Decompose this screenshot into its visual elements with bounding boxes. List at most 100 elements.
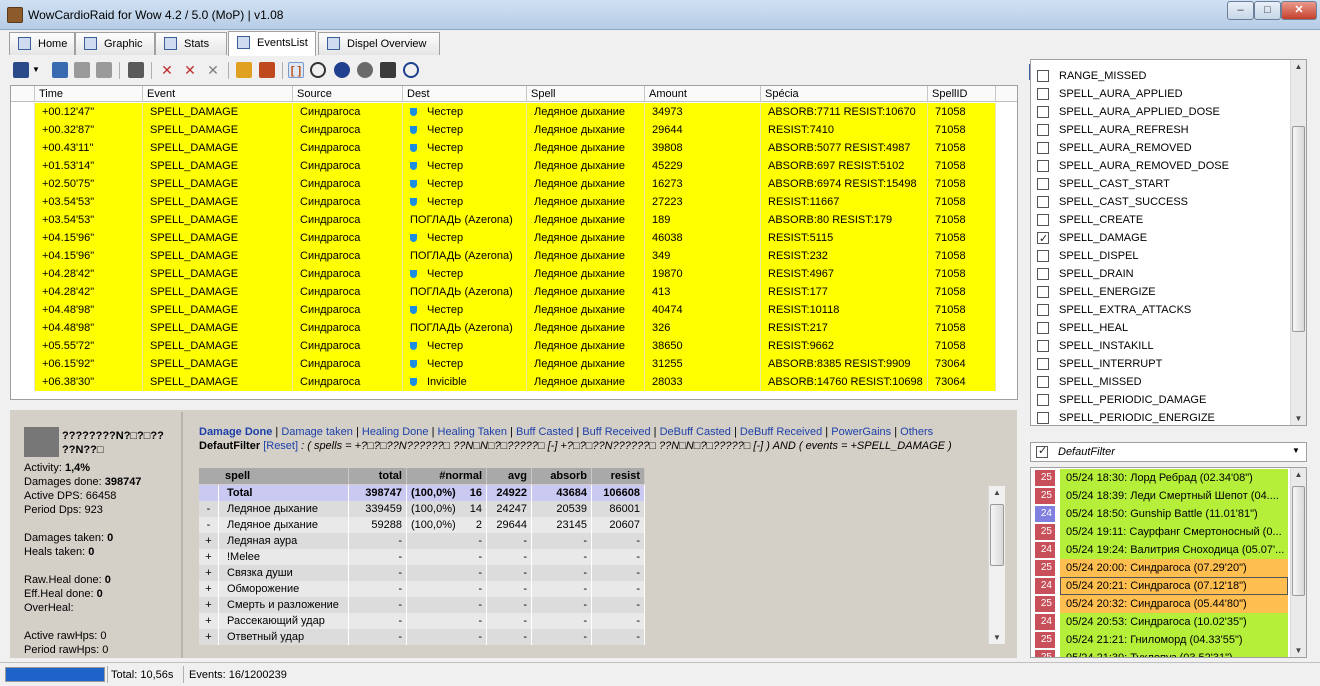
col-absorb[interactable]: absorb xyxy=(532,468,592,484)
table-row[interactable]: +00.32'87" SPELL_DAMAGE Синдрагоса Честер Ле… xyxy=(11,121,997,139)
encounter-item[interactable]: 25 05/24 20:00: Синдрагоса (07.29'20") xyxy=(1033,559,1288,577)
spell-row[interactable]: + Рассекающий удар - - - - - xyxy=(199,613,645,629)
table-row[interactable]: +06.38'30" SPELL_DAMAGE Синдрагоса Invicibl… xyxy=(11,373,997,391)
swap-icon[interactable] xyxy=(259,62,275,78)
col-resist[interactable]: resist xyxy=(592,468,645,484)
filter-item[interactable]: SPELL_CAST_START xyxy=(1037,175,1287,193)
table-row[interactable]: +01.53'14" SPELL_DAMAGE Синдрагоса Честер Ле… xyxy=(11,157,997,175)
zoom-icon[interactable] xyxy=(310,62,326,78)
encounter-item[interactable]: 24 05/24 20:21: Синдрагоса (07.12'18") xyxy=(1033,577,1288,595)
link-damage-taken[interactable]: Damage taken xyxy=(281,426,353,438)
filter-checkbox[interactable] xyxy=(1037,124,1049,136)
scrollbar-thumb[interactable] xyxy=(1292,486,1305,596)
expand-toggle[interactable] xyxy=(199,485,219,501)
scroll-up-icon[interactable]: ▲ xyxy=(1291,470,1306,479)
expand-toggle[interactable]: + xyxy=(199,613,219,629)
col-specia[interactable]: Spécia xyxy=(761,86,928,102)
filter-item[interactable]: SPELL_AURA_APPLIED xyxy=(1037,85,1287,103)
encounter-item[interactable]: 24 05/24 20:53: Синдрагоса (10.02'35") xyxy=(1033,613,1288,631)
row-header[interactable] xyxy=(11,175,35,193)
table-row[interactable]: +04.28'42" SPELL_DAMAGE Синдрагоса Честер Ле… xyxy=(11,265,997,283)
expand-toggle[interactable]: - xyxy=(199,501,219,517)
events-grid[interactable]: Time Event Source Dest Spell Amount Spéc… xyxy=(10,85,1018,400)
scroll-up-icon[interactable]: ▲ xyxy=(989,488,1005,497)
row-header[interactable] xyxy=(11,103,35,121)
link-debuff-casted[interactable]: DeBuff Casted xyxy=(660,426,731,438)
save-as-icon[interactable] xyxy=(52,62,68,78)
table-row[interactable]: +03.54'53" SPELL_DAMAGE Синдрагоса Честер Ле… xyxy=(11,193,997,211)
encounter-item[interactable]: 25 05/24 20:32: Синдрагоса (05.44'80") xyxy=(1033,595,1288,613)
filter-checkbox[interactable] xyxy=(1037,286,1049,298)
tab-graphic[interactable]: Graphic xyxy=(75,32,155,55)
row-header[interactable] xyxy=(11,157,35,175)
bracket-icon[interactable]: [ ] xyxy=(288,62,304,78)
spell-row[interactable]: + Смерть и разложение - - - - - xyxy=(199,597,645,613)
filter-item[interactable]: SPELL_HEAL xyxy=(1037,319,1287,337)
row-header[interactable] xyxy=(11,121,35,139)
row-header[interactable] xyxy=(11,319,35,337)
spell-row[interactable]: + Связка души - - - - - xyxy=(199,565,645,581)
row-header[interactable] xyxy=(11,265,35,283)
spell-row[interactable]: + Обморожение - - - - - xyxy=(199,581,645,597)
link-buff-casted[interactable]: Buff Casted xyxy=(516,426,573,438)
filter-checkbox[interactable] xyxy=(1037,376,1049,388)
col-spell[interactable]: Spell xyxy=(527,86,645,102)
filter-item[interactable]: SPELL_AURA_APPLIED_DOSE xyxy=(1037,103,1287,121)
filter-item[interactable]: SPELL_DAMAGE xyxy=(1037,229,1287,248)
filter-checkbox[interactable] xyxy=(1037,340,1049,352)
link-buff-received[interactable]: Buff Received xyxy=(582,426,650,438)
filter-item[interactable]: SPELL_AURA_REFRESH xyxy=(1037,121,1287,139)
filter-checkbox[interactable] xyxy=(1037,268,1049,280)
link-powergains[interactable]: PowerGains xyxy=(831,426,891,438)
filter-item[interactable]: SPELL_AURA_REMOVED_DOSE xyxy=(1037,157,1287,175)
encounter-item[interactable]: 25 05/24 21:30: Тухлопуз (03.52'31") xyxy=(1033,649,1288,657)
info-icon[interactable] xyxy=(334,62,350,78)
col-event[interactable]: Event xyxy=(143,86,293,102)
row-header[interactable] xyxy=(11,229,35,247)
tab-home[interactable]: Home xyxy=(9,32,75,55)
table-row[interactable]: +00.43'11" SPELL_DAMAGE Синдрагоса Честер Ле… xyxy=(11,139,997,157)
remove-all-icon[interactable]: ✕ xyxy=(182,62,198,78)
filter-item[interactable]: SPELL_EXTRA_ATTACKS xyxy=(1037,301,1287,319)
table-row[interactable]: +02.50'75" SPELL_DAMAGE Синдрагоса Честер Ле… xyxy=(11,175,997,193)
expand-toggle[interactable]: + xyxy=(199,565,219,581)
minimize-button[interactable]: – xyxy=(1227,1,1254,20)
dropdown-arrow-icon[interactable]: ▼ xyxy=(32,62,42,78)
filter-item[interactable]: SPELL_DRAIN xyxy=(1037,265,1287,283)
filter-checkbox[interactable] xyxy=(1037,160,1049,172)
col-dest[interactable]: Dest xyxy=(403,86,527,102)
encounter-item[interactable]: 25 05/24 18:39: Леди Смертный Шепот (04..… xyxy=(1033,487,1288,505)
filter-item[interactable]: SPELL_MISSED xyxy=(1037,373,1287,391)
table-row[interactable]: +00.12'47" SPELL_DAMAGE Синдрагоса Честер Ле… xyxy=(11,103,997,121)
spell-row[interactable]: + Ледяная аура - - - - - xyxy=(199,533,645,549)
filter-checkbox[interactable] xyxy=(1037,250,1049,262)
col-source[interactable]: Source xyxy=(293,86,403,102)
report-scrollbar[interactable]: ▲ ▼ xyxy=(988,486,1005,644)
table-row[interactable]: +04.48'98" SPELL_DAMAGE Синдрагоса ПОГЛАДЬ … xyxy=(11,319,997,337)
table-row[interactable]: +04.15'96" SPELL_DAMAGE Синдрагоса ПОГЛАДЬ … xyxy=(11,247,997,265)
scrollbar-thumb[interactable] xyxy=(1292,126,1305,332)
remove-filter-icon[interactable]: ✕ xyxy=(159,62,175,78)
row-header[interactable] xyxy=(11,211,35,229)
row-header[interactable] xyxy=(11,283,35,301)
filter-item[interactable]: SPELL_INSTAKILL xyxy=(1037,337,1287,355)
table-row[interactable]: +03.54'53" SPELL_DAMAGE Синдрагоса ПОГЛАДЬ … xyxy=(11,211,997,229)
spell-row[interactable]: Total 398747 (100,0%) 16 24922 43684 106608 xyxy=(199,485,645,501)
clear-icon[interactable]: ✕ xyxy=(205,62,221,78)
save-icon[interactable] xyxy=(13,62,29,78)
spell-row[interactable]: + !Melee - - - - - xyxy=(199,549,645,565)
filter-checkbox[interactable] xyxy=(1037,394,1049,406)
encounter-item[interactable]: 24 05/24 18:50: Gunship Battle (11.01'81"… xyxy=(1033,505,1288,523)
scroll-down-icon[interactable]: ▼ xyxy=(1291,646,1306,655)
filter-checkbox[interactable] xyxy=(1037,322,1049,334)
spell-row[interactable]: - Ледяное дыхание 59288 (100,0%) 2 29644 23145… xyxy=(199,517,645,533)
link-healing-taken[interactable]: Healing Taken xyxy=(438,426,508,438)
col-spellid[interactable]: SpellID xyxy=(928,86,996,102)
row-header[interactable] xyxy=(11,301,35,319)
scroll-up-icon[interactable]: ▲ xyxy=(1291,62,1306,71)
spell-row[interactable]: + Ответный удар - - - - - xyxy=(199,629,645,645)
expand-toggle[interactable]: + xyxy=(199,533,219,549)
row-header[interactable] xyxy=(11,355,35,373)
filter-checkbox[interactable] xyxy=(1037,304,1049,316)
filter-item[interactable]: SPELL_PERIODIC_DAMAGE xyxy=(1037,391,1287,409)
